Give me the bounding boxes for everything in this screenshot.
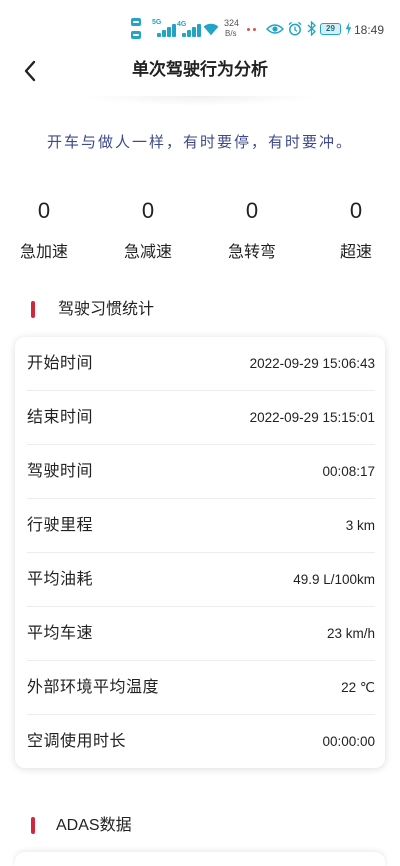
row-avg-fuel-consumption: 平均油耗 49.9 L/100km bbox=[27, 553, 375, 607]
charging-icon bbox=[345, 21, 352, 36]
section-accent-bar bbox=[31, 301, 35, 318]
section-header-driving-habits: 驾驶习惯统计 bbox=[31, 301, 231, 319]
signal-icon bbox=[157, 24, 176, 37]
row-label: 空调使用时长 bbox=[27, 732, 127, 750]
row-value: 3 km bbox=[345, 517, 375, 533]
volte-hd-icon bbox=[131, 31, 141, 39]
stat-rapid-acceleration: 0 急加速 bbox=[14, 198, 74, 262]
stat-value: 0 bbox=[141, 198, 155, 223]
row-distance: 行驶里程 3 km bbox=[27, 499, 375, 553]
eye-icon bbox=[266, 24, 284, 34]
wifi-icon bbox=[203, 23, 219, 36]
notification-dots-icon bbox=[247, 28, 257, 31]
driving-habits-card: 开始时间 2022-09-29 15:06:43 结束时间 2022-09-29… bbox=[15, 337, 385, 768]
row-end-time: 结束时间 2022-09-29 15:15:01 bbox=[27, 391, 375, 445]
row-value: 22 ℃ bbox=[341, 679, 375, 695]
row-label: 结束时间 bbox=[27, 408, 94, 426]
section-header-adas: ADAS数据 bbox=[31, 817, 231, 835]
row-start-time: 开始时间 2022-09-29 15:06:43 bbox=[27, 337, 375, 391]
row-label: 驾驶时间 bbox=[27, 462, 94, 480]
stat-value: 0 bbox=[349, 198, 363, 223]
network-speed-unit: B/s bbox=[225, 29, 237, 38]
stat-value: 0 bbox=[37, 198, 51, 223]
screen: 5G 4G 324 B/s 29 18:49 单次驾驶行为分析 开车与做人一样，… bbox=[0, 0, 400, 866]
row-value: 23 km/h bbox=[326, 625, 375, 641]
stat-label: 超速 bbox=[339, 244, 372, 261]
bluetooth-icon bbox=[307, 21, 316, 36]
row-value: 49.9 L/100km bbox=[293, 571, 375, 587]
row-label: 外部环境平均温度 bbox=[27, 678, 160, 696]
row-label: 平均车速 bbox=[27, 624, 94, 642]
row-driving-duration: 驾驶时间 00:08:17 bbox=[27, 445, 375, 499]
row-avg-speed: 平均车速 23 km/h bbox=[27, 607, 375, 661]
row-ac-usage-duration: 空调使用时长 00:00:00 bbox=[27, 715, 375, 768]
row-label: 平均油耗 bbox=[27, 570, 94, 588]
row-value: 00:08:17 bbox=[322, 463, 375, 479]
volte-hd-icon bbox=[131, 18, 141, 26]
stat-label: 急减速 bbox=[123, 244, 172, 261]
stat-value: 0 bbox=[245, 198, 259, 223]
row-value: 2022-09-29 15:15:01 bbox=[249, 409, 375, 425]
stat-label: 急加速 bbox=[19, 244, 68, 261]
section-title: ADAS数据 bbox=[56, 817, 132, 834]
network-speed-value: 324 bbox=[224, 18, 240, 28]
signal-icon bbox=[182, 24, 201, 37]
row-label: 开始时间 bbox=[27, 354, 94, 372]
status-bar: 5G 4G 324 B/s 29 18:49 bbox=[0, 0, 400, 50]
row-label: 行驶里程 bbox=[27, 516, 94, 534]
row-value: 2022-09-29 15:06:43 bbox=[249, 355, 375, 371]
row-value: 00:00:00 bbox=[322, 733, 375, 749]
status-time: 18:49 bbox=[354, 23, 385, 37]
alarm-icon bbox=[288, 21, 302, 36]
row-avg-outside-temperature: 外部环境平均温度 22 ℃ bbox=[27, 661, 375, 715]
stat-rapid-deceleration: 0 急减速 bbox=[118, 198, 178, 262]
motto-quote: 开车与做人一样，有时要停，有时要冲。 bbox=[46, 134, 353, 151]
section-title: 驾驶习惯统计 bbox=[58, 301, 155, 318]
adas-card bbox=[15, 852, 385, 866]
stat-speeding: 0 超速 bbox=[326, 198, 386, 262]
battery-icon: 29 bbox=[320, 23, 341, 35]
header-shadow bbox=[80, 96, 320, 106]
section-accent-bar bbox=[31, 817, 35, 834]
driving-event-stats: 0 急加速 0 急减速 0 急转弯 0 超速 bbox=[14, 198, 386, 262]
stat-sharp-turn: 0 急转弯 bbox=[222, 198, 282, 262]
page-title: 单次驾驶行为分析 bbox=[132, 60, 268, 79]
stat-label: 急转弯 bbox=[227, 244, 276, 261]
